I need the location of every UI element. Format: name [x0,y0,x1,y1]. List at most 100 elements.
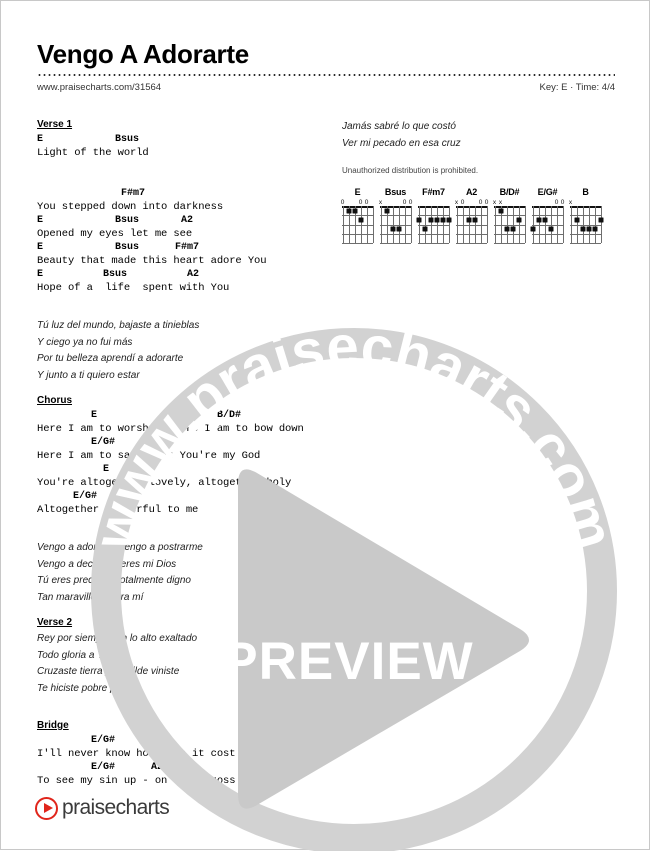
chord-diagram: A2 x 0 0 0 [454,187,489,244]
fretboard-grid [570,206,603,244]
fret-dot [592,226,597,232]
open-string-markers: 000 [340,199,369,206]
translation-line: Vengo a decir que eres mi Dios [37,558,177,570]
lyric-line: Altogether wonderful to me [37,504,199,516]
fret-dot [440,217,445,223]
translation-line: Todo gloria a Ti [37,649,106,661]
lyric-line: I'll never know how much it cost [37,748,236,760]
fretboard-grid [342,206,374,244]
distribution-notice: Unauthorized distribution is prohibited. [342,166,479,175]
fret-dot [586,226,591,232]
lyric-line: To see my sin up - on that cross [37,775,236,787]
chart-body: Vengo A Adorarte www.praisecharts.com/31… [1,1,649,851]
lyric-line: Here I am to worship, here I am to bow d… [37,423,304,435]
source-url: www.praisecharts.com/31564 [37,82,162,93]
right-column: Jamás sabré lo que costó Ver mi pecado en… [342,119,617,175]
fretboard-grid [530,206,564,244]
verse1-lines: E Bsus Light of the world F#m7 You stepped… [37,133,327,295]
open-string-markers: x00 [378,199,413,206]
section-heading: Verse 2 [37,617,73,628]
chord-name: B [582,187,589,197]
chord-line: E Bsus F#m7 [37,242,200,253]
lyric-line: Hope of a life spent with You [37,282,230,294]
chord-line: E/G# A2 [37,762,164,773]
chord-line [37,160,327,173]
translation-line: Vengo a adorarte, vengo a postrarme [37,542,203,553]
chord-line: E Bsus A2 [37,215,194,226]
translation-line: Ver mi pecado en esa cruz [342,137,461,149]
translation-line: Tan maravilloso para mí [37,591,144,603]
fret-dot [548,226,553,232]
section-bridge: Bridge E/G# A2 I'll never know how much i… [37,720,327,788]
lyric-line: Here I am to say that You're my God [37,450,261,462]
open-string-markers: 00 [554,199,565,206]
header-divider [37,74,615,76]
lyric-line: Beauty that made this heart adore You [37,255,267,267]
section-heading: Verse 1 [37,119,73,130]
brand-name: praisecharts [62,796,170,819]
fret-dot [504,226,509,232]
chord-line: E/G# [37,491,98,502]
fretboard-grid [456,206,488,244]
fretboard-grid [380,206,412,244]
chord-diagram: E 000 [340,187,374,244]
chorus-lines: E B/D# Here I am to worship, here I am to… [37,409,327,517]
fret-dot [390,226,395,232]
translation-line: Y junto a ti quiero estar [37,369,140,381]
verse1-translation: Tú luz del mundo, bajaste a tinieblas Y c… [37,318,327,384]
chord-line: E B/D# [37,410,242,421]
sheet-music-page: Vengo A Adorarte www.praisecharts.com/31… [0,0,650,851]
chord-diagram: F#m7 [416,187,451,244]
play-circle-icon [35,796,58,820]
translation-line: Te hiciste pobre por mí [37,682,139,694]
lyric-line [37,173,327,187]
verse2-lines: Rey por siempre, en lo alto exaltado Todo… [37,631,327,697]
section-heading: Chorus [37,395,72,406]
chord-line: E/G# [37,437,116,448]
open-string-markers: x [568,199,573,206]
left-column: Verse 1 E Bsus Light of the world F#m7 You… [37,119,327,800]
fret-dot [422,226,427,232]
fret-dot [472,217,477,223]
translation-line: Rey por siempre, en lo alto exaltado [37,633,198,644]
key-time-signature: Key: E · Time: 4/4 [539,82,616,93]
section-chorus: Chorus E B/D# Here I am to worship, here … [37,395,327,517]
lyric-line: Light of the world [37,147,149,159]
fret-dot [428,217,433,223]
section-verse-1: Verse 1 E Bsus Light of the world F#m7 You… [37,119,327,295]
fret-dot [536,217,541,223]
chord-diagram: B/D# x x [492,187,526,244]
fret-dot [516,217,521,223]
fret-dot [580,226,585,232]
fret-dot [396,226,401,232]
translation-line: Tú luz del mundo, bajaste a tinieblas [37,320,200,331]
translation-line: Jamás sabré lo que costó [342,121,456,132]
fret-dot [384,208,389,214]
chord-name: A2 [465,187,478,197]
fret-dot [510,226,515,232]
page-title: Vengo A Adorarte [37,39,249,69]
fret-dot [358,217,363,223]
lyric-line: You stepped down into darkness [37,201,224,213]
section-verse-2: Verse 2 Rey por siempre, en lo alto exal… [37,617,327,697]
fret-dot [434,217,439,223]
chord-name: E/G# [537,187,558,197]
open-string-markers: xx [492,199,503,206]
praisecharts-logo[interactable]: praisecharts [35,796,170,820]
chord-diagram-row: E 0 0 0 Bsus x 0 0 F#m7 A2 x 0 0 0 B/D# x x E/G# 0 0 Bx [340,187,603,244]
fretboard-grid [494,206,526,244]
chorus-translation: Vengo a adorarte, vengo a postrarme Vengo… [37,540,327,606]
fret-dot [542,217,547,223]
fret-dot [416,217,421,223]
fret-dot [446,217,451,223]
lyric-line: Opened my eyes let me see [37,228,193,240]
fret-dot [352,208,357,214]
chord-line: E [37,464,110,475]
open-string-markers: x000 [454,199,489,206]
chord-name: B/D# [499,187,520,197]
lyric-line: You're altogether lovely, altogether hol… [37,477,292,489]
translation-line: Y ciego ya no fui más [37,336,133,348]
chord-line: E/G# A2 [37,735,164,746]
fret-dot [346,208,351,214]
chord-diagram: Bx [568,187,603,244]
